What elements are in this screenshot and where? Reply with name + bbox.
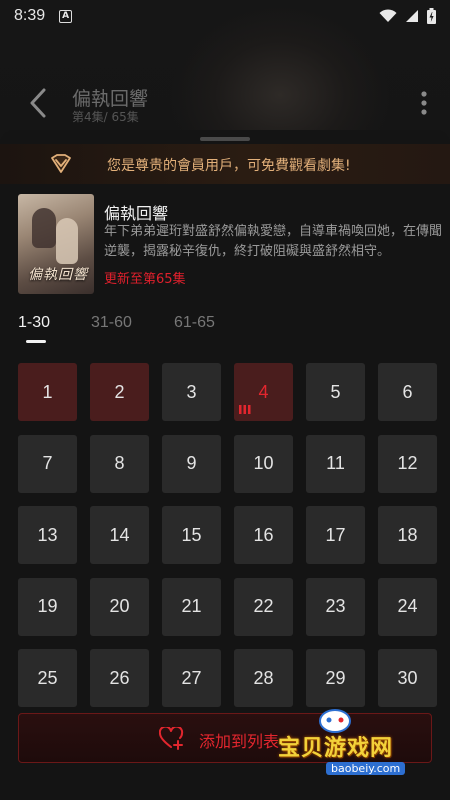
episode-tile[interactable]: 16 [234, 506, 293, 564]
episode-number: 25 [37, 667, 58, 688]
status-icons [379, 8, 436, 24]
episode-number: 19 [37, 596, 58, 616]
episode-number: 13 [37, 524, 58, 545]
drama-title: 偏執回響 [104, 204, 169, 223]
episode-tile[interactable]: 14 [90, 506, 149, 564]
episode-tile[interactable]: 2 [90, 363, 149, 421]
wifi-icon [379, 9, 397, 22]
drama-poster: 偏執回響 [18, 194, 94, 294]
episode-number: 10 [253, 453, 274, 473]
episode-tile[interactable]: 13 [18, 506, 77, 564]
episode-number: 8 [114, 453, 125, 473]
tab-range-31-60[interactable]: 31-60 [91, 314, 132, 332]
episode-tile[interactable]: 22 [234, 577, 293, 636]
heart-plus-icon [159, 727, 184, 750]
episode-number: 18 [397, 524, 418, 545]
active-tab-indicator [26, 340, 46, 343]
episode-number: 16 [253, 524, 274, 545]
player-header: 偏執回響 第4集/ 65集 [0, 74, 450, 134]
episode-tile[interactable]: 27 [162, 649, 221, 707]
episode-tile[interactable]: 24 [378, 577, 437, 636]
header-title: 偏執回響 [72, 88, 149, 110]
app-notification-icon: A [59, 9, 73, 23]
episode-tile[interactable]: 1 [18, 363, 77, 421]
episode-tile[interactable]: 10 [234, 434, 293, 493]
drama-description: 年下弟弟遲珩對盛舒然偏執愛戀，自導車禍喚回她，在傳聞逆襲，揭露秘辛復仇，終打破阻… [104, 224, 443, 259]
battery-icon [427, 8, 436, 24]
episode-number: 23 [325, 596, 346, 616]
episode-tile[interactable]: 19 [18, 577, 77, 636]
tab-range-1-30[interactable]: 1-30 [18, 314, 50, 332]
episode-tile[interactable]: 5 [306, 363, 365, 421]
episode-tile[interactable]: 25 [18, 649, 77, 707]
episode-number: 9 [186, 453, 197, 473]
episode-number: 24 [397, 596, 418, 616]
episode-tile[interactable]: 12 [378, 434, 437, 493]
watermark: 宝贝游戏网 baobeiy.com [278, 709, 428, 782]
vip-banner: 您是尊贵的會員用戶，可免費觀看劇集! [0, 144, 450, 184]
vip-message: 您是尊贵的會員用戶，可免費觀看劇集! [107, 158, 351, 174]
episode-tile[interactable]: 28 [234, 649, 293, 707]
header-episode-count: 第4集/ 65集 [72, 110, 139, 124]
watermark-text: 宝贝游戏网 [278, 736, 394, 761]
vip-crown-icon [51, 154, 71, 173]
episode-number: 2 [114, 381, 125, 402]
episode-tile[interactable]: 29 [306, 649, 365, 707]
update-status: 更新至第65集 [104, 272, 186, 287]
episode-number: 26 [109, 667, 130, 688]
episode-tile[interactable]: 17 [306, 506, 365, 564]
episode-tile[interactable]: 6 [378, 363, 437, 421]
episode-tile[interactable]: 8 [90, 434, 149, 493]
sheet-drag-handle[interactable] [200, 137, 250, 141]
episode-number: 14 [109, 524, 130, 545]
episode-number: 5 [330, 381, 341, 402]
episode-number: 11 [326, 453, 345, 473]
episode-tile[interactable]: 23 [306, 577, 365, 636]
episode-number: 3 [186, 381, 197, 402]
episode-tile[interactable]: 11 [306, 434, 365, 493]
episode-number: 1 [42, 381, 53, 402]
episode-number: 4 [258, 381, 269, 402]
tab-range-61-65[interactable]: 61-65 [174, 314, 215, 332]
episode-tile[interactable]: 9 [162, 434, 221, 493]
poster-title: 偏執回響 [28, 267, 88, 283]
episode-number: 15 [181, 524, 202, 545]
episode-number: 20 [109, 596, 130, 616]
episode-range-tabs: 1-30 31-60 61-65 [0, 314, 450, 344]
episode-tile[interactable]: 26 [90, 649, 149, 707]
episode-tile[interactable]: 30 [378, 649, 437, 707]
episode-tile[interactable]: 3 [162, 363, 221, 421]
episode-tile[interactable]: 4 [234, 363, 293, 421]
episode-number: 29 [325, 667, 346, 688]
episode-number: 28 [253, 667, 274, 688]
episode-number: 27 [181, 667, 202, 688]
episode-tile[interactable]: 18 [378, 506, 437, 564]
more-options-icon[interactable] [420, 90, 428, 116]
episode-tile[interactable]: 15 [162, 506, 221, 564]
signal-icon [406, 10, 418, 22]
episode-number: 22 [253, 596, 274, 616]
episode-tile[interactable]: 21 [162, 577, 221, 636]
episode-number: 12 [397, 453, 418, 473]
watermark-url: baobeiy.com [326, 762, 406, 775]
status-bar: 8:39 A [0, 0, 450, 32]
episode-number: 7 [42, 453, 53, 473]
episode-number: 6 [402, 381, 413, 402]
now-playing-icon [239, 405, 251, 414]
episode-number: 21 [181, 596, 202, 616]
drama-info: 偏執回響 偏執回響 年下弟弟遲珩對盛舒然偏執愛戀，自導車禍喚回她，在傳聞逆襲，揭… [18, 194, 450, 294]
episode-sheet: 您是尊贵的會員用戶，可免費觀看劇集! 偏執回響 偏執回響 年下弟弟遲珩對盛舒然偏… [0, 130, 450, 800]
back-arrow-icon[interactable] [26, 86, 50, 120]
episode-number: 30 [397, 667, 418, 688]
status-time: 8:39 [14, 7, 46, 24]
episode-tile[interactable]: 20 [90, 577, 149, 636]
add-to-list-label: 添加到列表 [199, 732, 280, 751]
episode-tile[interactable]: 7 [18, 434, 77, 493]
episode-number: 17 [325, 524, 346, 545]
